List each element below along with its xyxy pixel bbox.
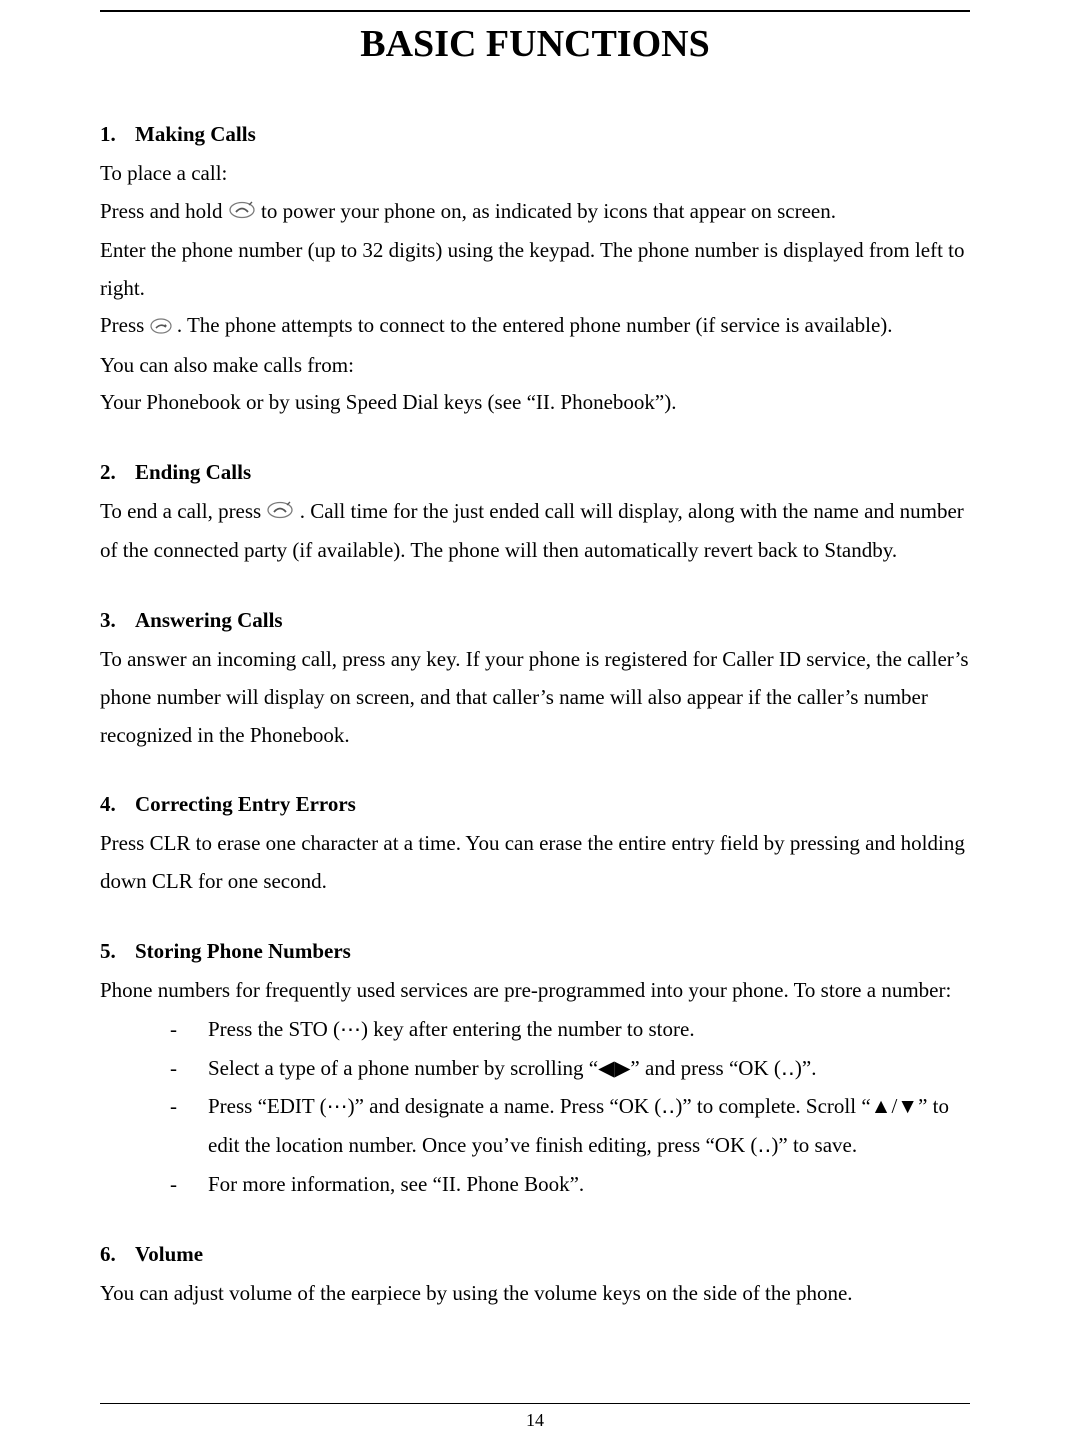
- heading-label: Making Calls: [135, 122, 256, 147]
- heading-num: 2.: [100, 460, 116, 485]
- page-footer: 14: [0, 1403, 1070, 1431]
- text-fragment: Press: [100, 313, 150, 337]
- list-dash: -: [170, 1165, 208, 1204]
- heading-answering-calls: 3. Answering Calls: [100, 608, 970, 633]
- heading-num: 6.: [100, 1242, 116, 1267]
- body-text: Enter the phone number (up to 32 digits)…: [100, 232, 970, 308]
- text-fragment: to power your phone on, as indicated by …: [261, 199, 836, 223]
- heading-num: 1.: [100, 122, 116, 147]
- heading-making-calls: 1. Making Calls: [100, 122, 970, 147]
- send-key-icon: [150, 309, 172, 347]
- body-text: To answer an incoming call, press any ke…: [100, 641, 970, 754]
- heading-label: Correcting Entry Errors: [135, 792, 356, 817]
- power-key-icon: [228, 194, 256, 232]
- heading-label: Volume: [135, 1242, 203, 1267]
- list-content: Select a type of a phone number by scrol…: [208, 1049, 970, 1088]
- list-item: - Press “EDIT (⋯)” and designate a name.…: [170, 1087, 970, 1165]
- heading-label: Ending Calls: [135, 460, 251, 485]
- body-text: Phone numbers for frequently used servic…: [100, 972, 970, 1010]
- text-fragment: To end a call, press: [100, 499, 266, 523]
- list-item: - Press the STO (⋯) key after entering t…: [170, 1010, 970, 1049]
- list-item: - For more information, see “II. Phone B…: [170, 1165, 970, 1204]
- body-text: Press . The phone attempts to connect to…: [100, 307, 970, 346]
- body-text: You can also make calls from:: [100, 347, 970, 385]
- body-text: Press and hold to power your phone on, a…: [100, 193, 970, 232]
- body-text: To place a call:: [100, 155, 970, 193]
- heading-num: 5.: [100, 939, 116, 964]
- heading-storing-numbers: 5. Storing Phone Numbers: [100, 939, 970, 964]
- text-fragment: Press and hold: [100, 199, 228, 223]
- page-number: 14: [526, 1410, 544, 1430]
- list-dash: -: [170, 1049, 208, 1088]
- heading-label: Storing Phone Numbers: [135, 939, 351, 964]
- body-text: Your Phonebook or by using Speed Dial ke…: [100, 384, 970, 422]
- list-content: Press the STO (⋯) key after entering the…: [208, 1010, 970, 1049]
- list-content: For more information, see “II. Phone Boo…: [208, 1165, 970, 1204]
- text-fragment: . The phone attempts to connect to the e…: [177, 313, 893, 337]
- list-content: Press “EDIT (⋯)” and designate a name. P…: [208, 1087, 970, 1165]
- list-dash: -: [170, 1010, 208, 1049]
- power-key-icon: [266, 494, 294, 532]
- footer-rule: [100, 1403, 970, 1404]
- heading-ending-calls: 2. Ending Calls: [100, 460, 970, 485]
- list-dash: -: [170, 1087, 208, 1165]
- top-rule: [100, 10, 970, 12]
- heading-num: 4.: [100, 792, 116, 817]
- heading-volume: 6. Volume: [100, 1242, 970, 1267]
- page-title: BASIC FUNCTIONS: [100, 22, 970, 66]
- heading-label: Answering Calls: [135, 608, 283, 633]
- body-text: Press CLR to erase one character at a ti…: [100, 825, 970, 901]
- body-text: To end a call, press . Call time for the…: [100, 493, 970, 570]
- heading-num: 3.: [100, 608, 116, 633]
- storing-list: - Press the STO (⋯) key after entering t…: [170, 1010, 970, 1204]
- list-item: - Select a type of a phone number by scr…: [170, 1049, 970, 1088]
- heading-correcting-errors: 4. Correcting Entry Errors: [100, 792, 970, 817]
- body-text: You can adjust volume of the earpiece by…: [100, 1275, 970, 1313]
